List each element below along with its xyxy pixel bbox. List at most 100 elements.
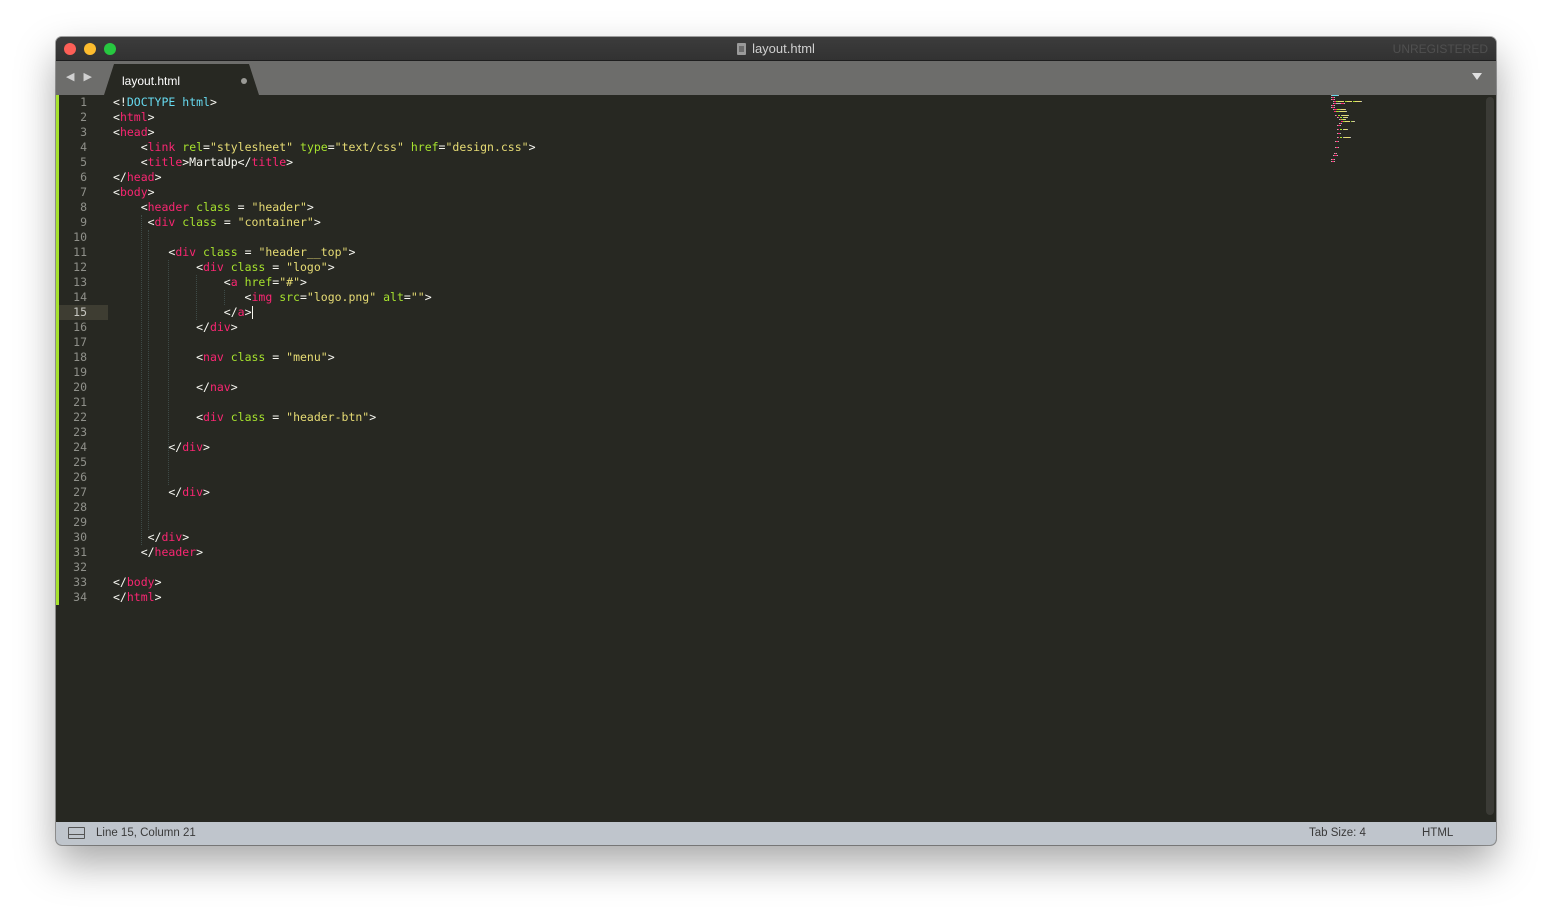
line-number[interactable]: 7: [59, 185, 108, 200]
panel-toggle-icon[interactable]: [68, 827, 85, 839]
code-line[interactable]: <div class = "header__top">: [113, 245, 1296, 260]
code-line[interactable]: [113, 455, 1296, 470]
tab-layout-html[interactable]: layout.html: [104, 64, 259, 95]
line-number[interactable]: 21: [59, 395, 108, 410]
code-line[interactable]: <body>: [113, 185, 1296, 200]
code-line[interactable]: </body>: [113, 575, 1296, 590]
line-number[interactable]: 9: [59, 215, 108, 230]
minimap-line: [1348, 115, 1349, 116]
line-number[interactable]: 27: [59, 485, 108, 500]
line-number[interactable]: 6: [59, 170, 108, 185]
line-number[interactable]: 28: [59, 500, 108, 515]
code-line[interactable]: <header class = "header">: [113, 200, 1296, 215]
line-number[interactable]: 4: [59, 140, 108, 155]
line-number[interactable]: 13: [59, 275, 108, 290]
code-line[interactable]: </head>: [113, 170, 1296, 185]
code-line[interactable]: [113, 395, 1296, 410]
code-line[interactable]: </div>: [113, 440, 1296, 455]
line-number-gutter[interactable]: 1 2 3 4 5 6 7 8 9 10 11 12 13 14 15 16 17 18 19 20 21 22 23 24 2…: [59, 95, 108, 822]
minimap-line: [1347, 101, 1352, 102]
code-token: <: [113, 125, 120, 139]
code-line[interactable]: [113, 425, 1296, 440]
unsaved-indicator-icon[interactable]: [241, 78, 247, 84]
line-number[interactable]: 2: [59, 110, 108, 125]
code-line[interactable]: <link rel="stylesheet" type="text/css" h…: [113, 140, 1296, 155]
vertical-scrollbar[interactable]: [1486, 97, 1494, 815]
code-line[interactable]: <html>: [113, 110, 1296, 125]
unregistered-label: UNREGISTERED: [1392, 42, 1488, 56]
minimap[interactable]: [1331, 95, 1391, 170]
code-line[interactable]: <!DOCTYPE html>: [113, 95, 1296, 110]
line-number[interactable]: 29: [59, 515, 108, 530]
line-number[interactable]: 20: [59, 380, 108, 395]
code-line[interactable]: <a href="#">: [113, 275, 1296, 290]
line-number[interactable]: 22: [59, 410, 108, 425]
tab-size-selector[interactable]: Tab Size: 4: [1309, 827, 1366, 839]
tab-bar: ◀ ▶ layout.html: [56, 61, 1496, 95]
line-number[interactable]: 26: [59, 470, 108, 485]
syntax-selector[interactable]: HTML: [1422, 827, 1453, 839]
line-number[interactable]: 33: [59, 575, 108, 590]
code-token: head: [119, 125, 148, 139]
tab-navigation-arrows-icon[interactable]: ◀ ▶: [66, 70, 95, 83]
code-token: class: [182, 215, 217, 229]
window-title-group: layout.html: [56, 37, 1496, 60]
code-line[interactable]: </div>: [113, 485, 1296, 500]
code-line[interactable]: <div class = "header-btn">: [113, 410, 1296, 425]
code-line[interactable]: [113, 470, 1296, 485]
code-token: type: [300, 140, 328, 154]
code-line[interactable]: </nav>: [113, 380, 1296, 395]
line-number[interactable]: 5: [59, 155, 108, 170]
line-number[interactable]: 25: [59, 455, 108, 470]
code-token: div: [154, 215, 176, 229]
code-line[interactable]: <img src="logo.png" alt="">: [113, 290, 1296, 305]
code-token: html: [119, 110, 148, 124]
line-number[interactable]: 11: [59, 245, 108, 260]
line-number[interactable]: 19: [59, 365, 108, 380]
line-number[interactable]: 34: [59, 590, 108, 605]
code-line[interactable]: [113, 230, 1296, 245]
line-number[interactable]: 30: [59, 530, 108, 545]
code-token: class: [230, 260, 266, 274]
line-number[interactable]: 23: [59, 425, 108, 440]
line-number[interactable]: 18: [59, 350, 108, 365]
code-token: DOCTYPE: [126, 95, 176, 109]
code-line[interactable]: [113, 515, 1296, 530]
code-line[interactable]: </div>: [113, 530, 1296, 545]
code-token: href: [410, 140, 439, 154]
code-line[interactable]: <nav class = "menu">: [113, 350, 1296, 365]
code-line[interactable]: </html>: [113, 590, 1296, 605]
code-token: "container": [237, 215, 314, 229]
indent-guide: [196, 275, 198, 320]
code-line[interactable]: </a>: [113, 305, 1296, 320]
line-number[interactable]: 24: [59, 440, 108, 455]
line-number[interactable]: 32: [59, 560, 108, 575]
code-line[interactable]: <title>MartaUp</title>: [113, 155, 1296, 170]
code-line[interactable]: <div class = "logo">: [113, 260, 1296, 275]
line-number[interactable]: 1: [59, 95, 108, 110]
code-line[interactable]: [113, 500, 1296, 515]
line-number[interactable]: 3: [59, 125, 108, 140]
code-editor[interactable]: 1 2 3 4 5 6 7 8 9 10 11 12 13 14 15 16 17 18 19 20 21 22 23 24 2…: [56, 95, 1496, 822]
code-line[interactable]: <div class = "container">: [113, 215, 1296, 230]
code-area[interactable]: <!DOCTYPE html> <html> <head> <link rel="s…: [113, 95, 1296, 605]
line-number[interactable]: 16: [59, 320, 108, 335]
line-number[interactable]: 17: [59, 335, 108, 350]
line-number[interactable]: 12: [59, 260, 108, 275]
line-number[interactable]: 15: [59, 305, 108, 320]
code-line[interactable]: [113, 335, 1296, 350]
line-number[interactable]: 10: [59, 230, 108, 245]
code-line[interactable]: </div>: [113, 320, 1296, 335]
code-line[interactable]: </header>: [113, 545, 1296, 560]
title-bar[interactable]: layout.html UNREGISTERED: [56, 37, 1496, 61]
line-number[interactable]: 14: [59, 290, 108, 305]
code-token: class: [230, 410, 266, 424]
code-line[interactable]: <head>: [113, 125, 1296, 140]
tab-list-dropdown-icon[interactable]: [1472, 73, 1482, 80]
line-number[interactable]: 31: [59, 545, 108, 560]
code-line[interactable]: [113, 365, 1296, 380]
line-number[interactable]: 8: [59, 200, 108, 215]
code-line[interactable]: [113, 560, 1296, 575]
minimap-line: [1353, 121, 1355, 122]
